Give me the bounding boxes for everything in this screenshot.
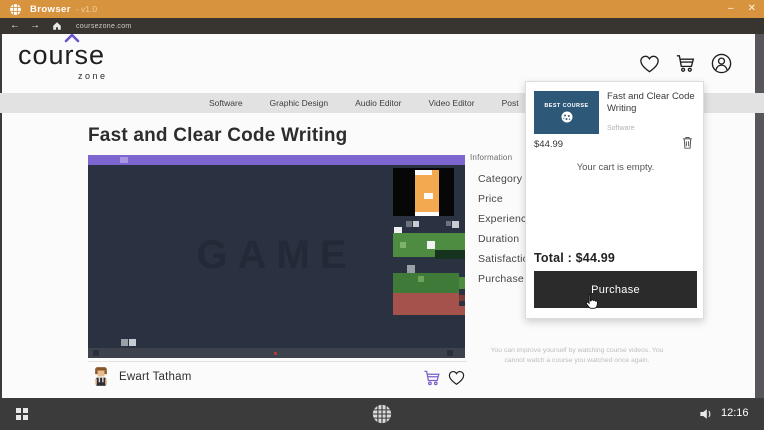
art-shape (415, 212, 439, 216)
cookie-icon (560, 111, 574, 123)
art-shape (400, 242, 406, 248)
art-shape (16, 415, 21, 420)
page-left-edge (0, 34, 2, 398)
cart-dropdown: BEST COURSE Fast and Clear Code Writing … (525, 81, 704, 319)
cart-item-title: Fast and Clear Code Writing (607, 91, 702, 116)
clock: 12:16 (721, 407, 749, 419)
author-name: Ewart Tatham (119, 371, 192, 383)
forward-button[interactable]: → (30, 18, 40, 34)
art-shape (427, 241, 435, 249)
note-line-1: You can improve yourself by watching cou… (491, 347, 664, 354)
art-shape (129, 339, 136, 346)
nav-item-post[interactable]: Post (502, 98, 519, 108)
favorites-heart-button[interactable] (638, 52, 661, 75)
divider (88, 361, 467, 362)
start-menu-button[interactable] (16, 408, 28, 420)
page-scrollbar[interactable] (755, 34, 764, 398)
art-shape (459, 306, 465, 315)
cart-button[interactable] (674, 52, 697, 75)
minimize-button[interactable]: – (728, 0, 734, 18)
cart-item-price: $44.99 (534, 139, 563, 150)
course-title: Fast and Clear Code Writing (88, 125, 347, 147)
course-footer: Ewart Tatham (88, 365, 467, 391)
purchase-button[interactable]: Purchase (534, 271, 697, 308)
remove-item-trash-icon[interactable] (681, 135, 694, 150)
art-shape (447, 350, 453, 356)
cart-total: Total : $44.99 (534, 251, 615, 265)
browser-toolbar: ← → coursezone.com (0, 18, 764, 34)
add-to-cart-icon[interactable] (422, 368, 442, 388)
home-icon[interactable] (52, 21, 62, 31)
logo-caret-icon (64, 33, 80, 43)
browser-app-icon (9, 3, 22, 16)
os-taskbar: 12:16 (0, 398, 764, 430)
art-shape (418, 276, 424, 282)
window-titlebar: Browser - v1.0 – ✕ (0, 0, 764, 18)
best-course-badge: BEST COURSE (544, 103, 588, 109)
site-logo-text: course (18, 40, 105, 70)
art-shape (121, 339, 128, 346)
cart-empty-message: Your cart is empty. (526, 162, 705, 173)
art-shape (16, 408, 21, 413)
art-shape (23, 408, 28, 413)
address-bar[interactable]: coursezone.com (76, 23, 132, 30)
art-shape (446, 221, 451, 226)
nav-item-graphic-design[interactable]: Graphic Design (270, 98, 329, 108)
window-title: Browser (30, 4, 71, 15)
webpage: course zone (0, 34, 764, 398)
nav-item-audio-editor[interactable]: Audio Editor (355, 98, 401, 108)
cart-item-category: Software (607, 125, 635, 132)
browser-window: Browser - v1.0 – ✕ ← → coursezone.com co… (0, 0, 764, 430)
note-line-2: cannot watch a course you watched once a… (504, 357, 649, 364)
course-note: You can improve yourself by watching cou… (462, 346, 692, 366)
favorite-course-icon[interactable] (447, 368, 466, 387)
hand-cursor-icon (584, 293, 598, 310)
info-panel-header: Information (470, 153, 512, 162)
author-avatar (94, 367, 108, 386)
art-shape (88, 155, 465, 165)
art-shape (459, 295, 465, 301)
art-shape (406, 221, 412, 227)
art-shape (459, 277, 465, 289)
art-shape (274, 352, 277, 355)
close-button[interactable]: ✕ (748, 0, 756, 18)
art-shape (424, 193, 433, 199)
art-shape (93, 350, 99, 356)
account-button[interactable] (710, 52, 733, 75)
volume-icon[interactable] (698, 406, 714, 422)
art-shape (393, 293, 459, 315)
window-version: - v1.0 (76, 4, 97, 14)
art-shape (435, 250, 465, 259)
nav-item-software[interactable]: Software (209, 98, 243, 108)
art-shape (407, 265, 415, 273)
back-button[interactable]: ← (10, 18, 20, 34)
site-logo[interactable]: course zone (18, 40, 138, 88)
cart-item-thumbnail: BEST COURSE (534, 91, 599, 134)
art-shape (120, 157, 128, 163)
art-shape (23, 415, 28, 420)
art-shape (452, 221, 459, 228)
art-shape (393, 273, 459, 293)
site-logo-subtext: zone (78, 71, 108, 81)
course-preview-image: GAME (88, 155, 465, 358)
nav-item-video-editor[interactable]: Video Editor (428, 98, 474, 108)
art-shape (413, 221, 419, 227)
art-shape (415, 170, 432, 175)
taskbar-browser-icon[interactable] (371, 403, 393, 425)
